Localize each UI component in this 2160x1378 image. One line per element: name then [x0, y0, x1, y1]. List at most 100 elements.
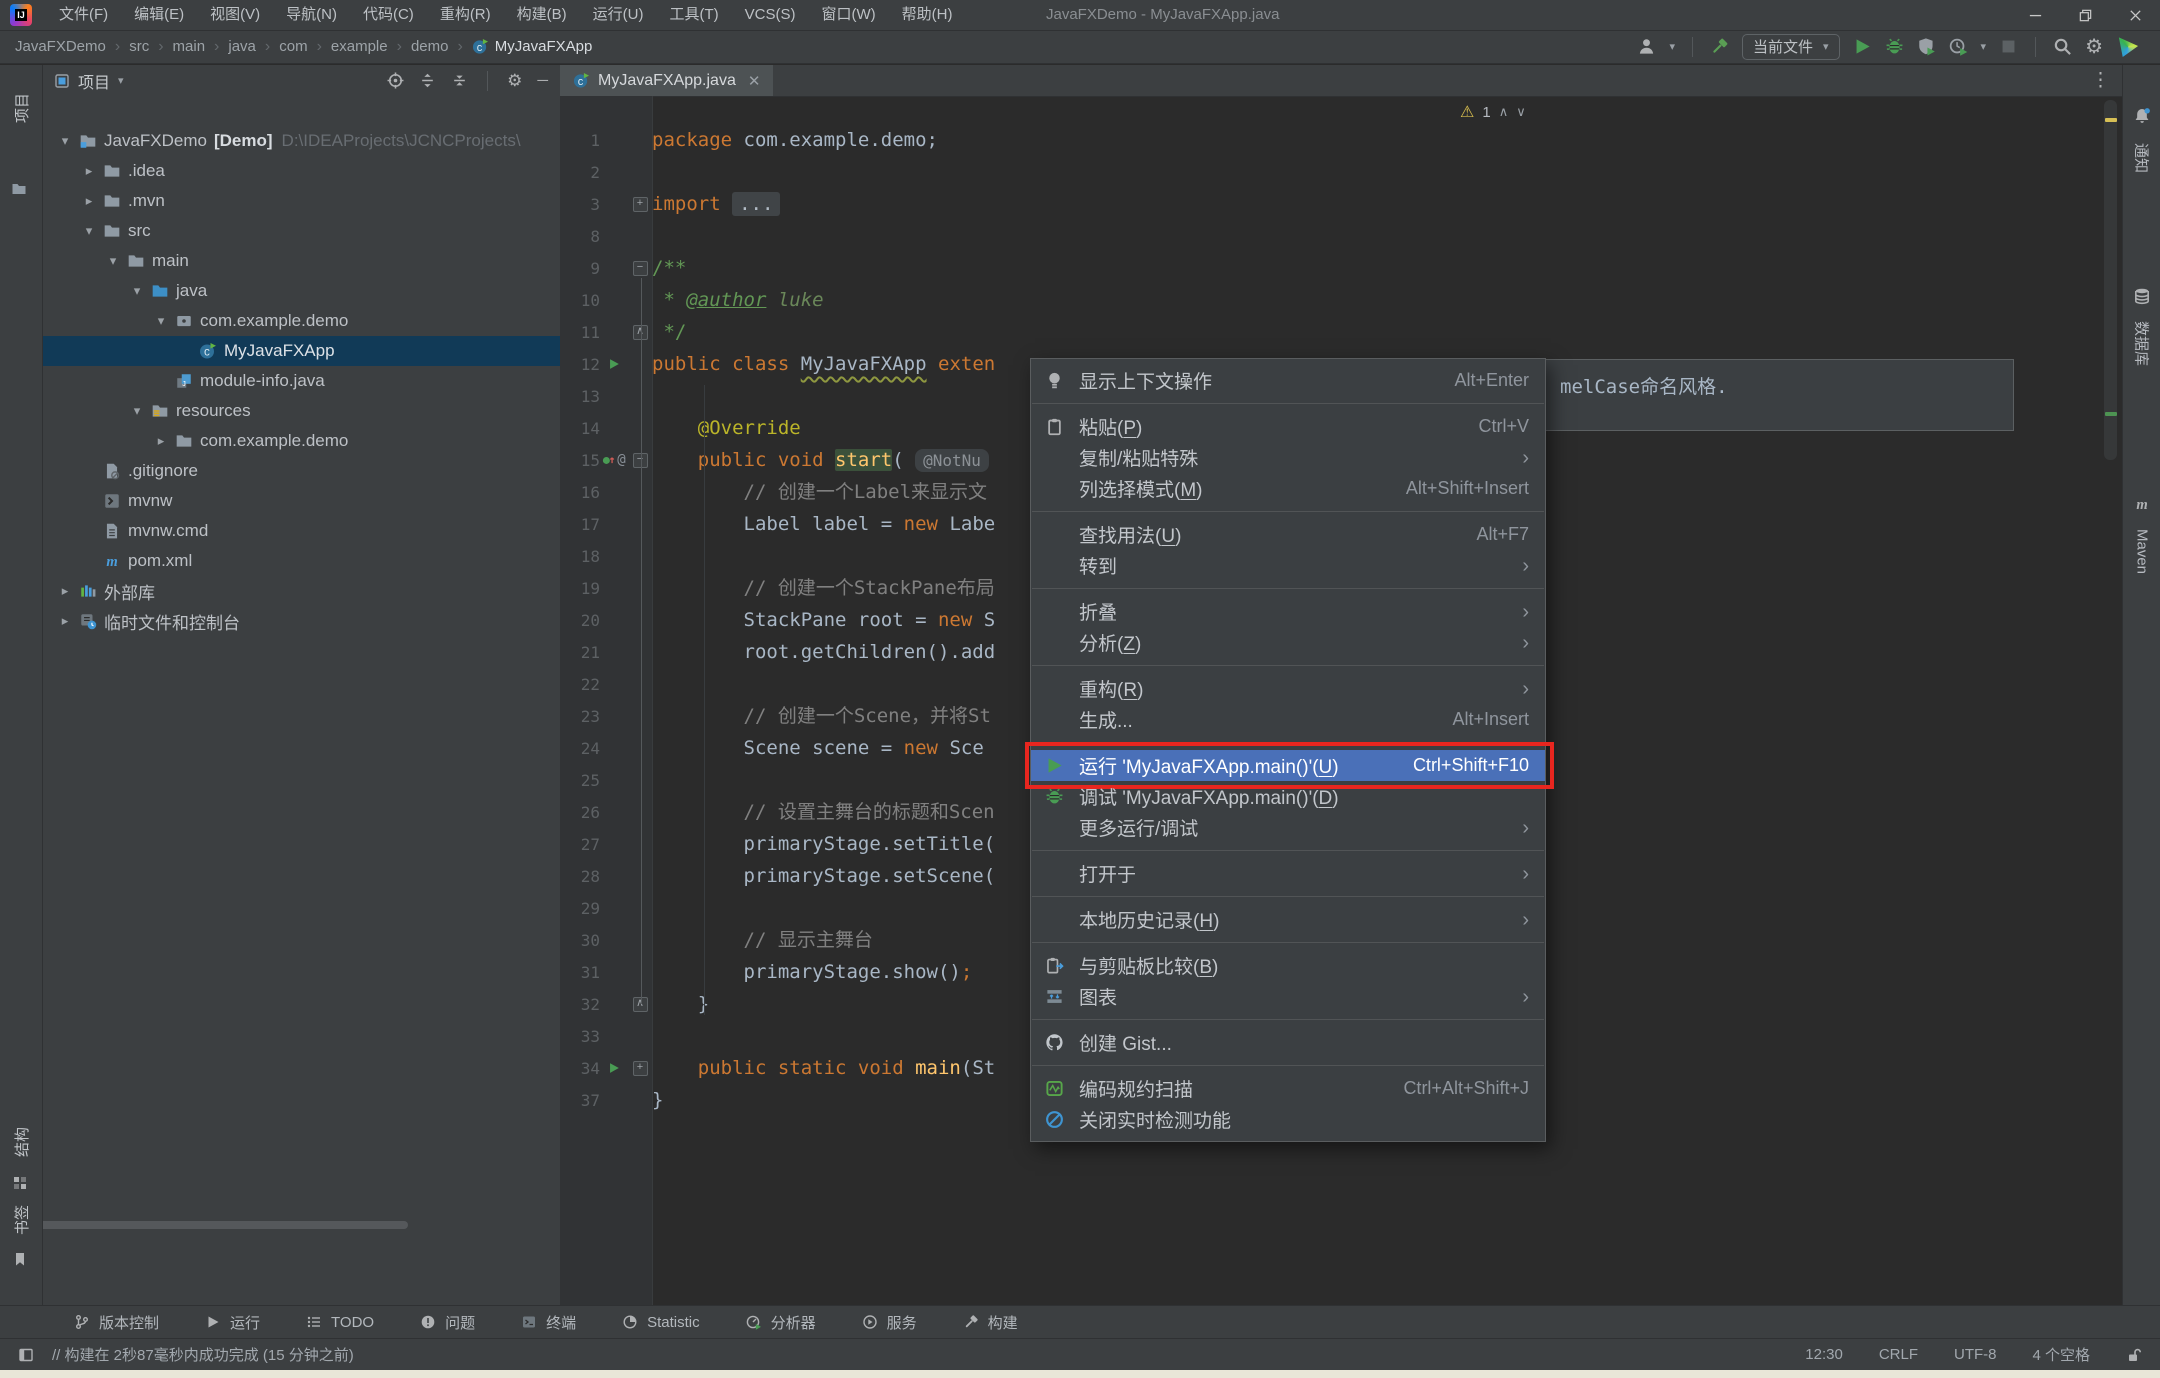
- search-everywhere-icon[interactable]: [2053, 37, 2072, 56]
- status-item[interactable]: CRLF: [1879, 1346, 1918, 1363]
- tool-window-button[interactable]: 运行: [205, 1312, 260, 1333]
- next-warning-icon[interactable]: ∨: [1516, 104, 1526, 120]
- context-menu-item[interactable]: 生成...Alt+Insert: [1031, 704, 1545, 735]
- context-menu-item[interactable]: 打开于›: [1031, 858, 1545, 889]
- editor-options-icon[interactable]: ⋮: [2091, 65, 2122, 96]
- tree-row[interactable]: ▾main: [42, 246, 560, 276]
- context-menu-item[interactable]: 本地历史记录(H)›: [1031, 904, 1545, 935]
- tree-row[interactable]: mpom.xml: [42, 546, 560, 576]
- tree-chevron-icon[interactable]: ▸: [78, 193, 100, 209]
- tree-chevron-icon[interactable]: ▾: [126, 283, 148, 299]
- menubar-item[interactable]: 文件(F): [46, 0, 121, 30]
- warning-stripe-mark[interactable]: [2105, 118, 2117, 122]
- tool-window-button[interactable]: 服务: [862, 1312, 917, 1333]
- breadcrumb-item[interactable]: com: [276, 38, 310, 55]
- code-line[interactable]: 1package com.example.demo;: [560, 124, 2122, 156]
- code-line[interactable]: 3+import ...: [560, 188, 2122, 220]
- run-gutter-icon[interactable]: [607, 357, 621, 371]
- context-menu-item[interactable]: 图表›: [1031, 981, 1545, 1012]
- tree-row[interactable]: Jmodule-info.java: [42, 366, 560, 396]
- fold-marker[interactable]: −: [633, 261, 648, 276]
- breadcrumb-item[interactable]: src: [126, 38, 152, 55]
- hide-panel-icon[interactable]: ─: [537, 72, 548, 89]
- menubar-item[interactable]: 窗口(W): [808, 0, 888, 30]
- profiler-dropdown-icon[interactable]: ▾: [1981, 40, 1987, 53]
- menubar-item[interactable]: VCS(S): [732, 0, 809, 30]
- tree-chevron-icon[interactable]: ▸: [54, 613, 76, 629]
- tree-chevron-icon[interactable]: ▾: [150, 313, 172, 329]
- tree-chevron-icon[interactable]: ▾: [126, 403, 148, 419]
- tree-row[interactable]: ▸com.example.demo: [42, 426, 560, 456]
- structure-tool-button[interactable]: 结构: [0, 1127, 42, 1157]
- maven-tool-button[interactable]: Maven: [2134, 529, 2151, 574]
- context-menu-item[interactable]: 运行 'MyJavaFXApp.main()'(U)Ctrl+Shift+F10: [1031, 750, 1545, 781]
- menubar-item[interactable]: 重构(R): [427, 0, 504, 30]
- tool-window-button[interactable]: 版本控制: [74, 1312, 159, 1333]
- notifications-bell-icon[interactable]: [2133, 107, 2151, 125]
- panel-settings-icon[interactable]: ⚙: [507, 71, 522, 91]
- override-gutter-icon[interactable]: [602, 453, 616, 467]
- breadcrumb-item[interactable]: java: [225, 38, 259, 55]
- minimize-icon[interactable]: [2010, 0, 2060, 30]
- menubar-item[interactable]: 导航(N): [273, 0, 350, 30]
- code-line[interactable]: 2: [560, 156, 2122, 188]
- breadcrumb-item[interactable]: JavaFXDemo: [12, 38, 109, 55]
- context-menu-item[interactable]: 复制/粘贴特殊›: [1031, 442, 1545, 473]
- status-item[interactable]: 4 个空格: [2032, 1344, 2090, 1365]
- fold-marker[interactable]: +: [633, 1061, 648, 1076]
- database-tool-button[interactable]: 数据库: [2132, 321, 2153, 366]
- menubar-item[interactable]: 编辑(E): [121, 0, 197, 30]
- code-line[interactable]: 8: [560, 220, 2122, 252]
- database-icon[interactable]: [2133, 287, 2151, 305]
- fold-marker[interactable]: ∧: [633, 997, 648, 1012]
- notifications-tool-button[interactable]: 通知: [2132, 143, 2153, 173]
- profiler-button[interactable]: [1949, 37, 1968, 56]
- restore-icon[interactable]: [2060, 0, 2110, 30]
- tree-chevron-icon[interactable]: ▸: [150, 433, 172, 449]
- tree-chevron-icon[interactable]: ▾: [78, 223, 100, 239]
- context-menu-item[interactable]: 创建 Gist...: [1031, 1027, 1545, 1058]
- close-icon[interactable]: [2110, 0, 2160, 30]
- breadcrumb-item[interactable]: CMyJavaFXApp: [469, 38, 596, 55]
- project-tool-button[interactable]: 项目: [0, 93, 42, 123]
- tree-row[interactable]: ▸.mvn: [42, 186, 560, 216]
- folder-tool-icon[interactable]: [11, 181, 27, 197]
- menubar-item[interactable]: 构建(B): [504, 0, 580, 30]
- project-view-dropdown-icon[interactable]: ▾: [118, 74, 124, 87]
- run-configuration-select[interactable]: 当前文件▾: [1742, 34, 1840, 60]
- tab-close-icon[interactable]: ✕: [748, 72, 761, 90]
- tree-row[interactable]: ▾java: [42, 276, 560, 306]
- status-message[interactable]: // 构建在 2秒87毫秒内成功完成 (15 分钟之前): [52, 1344, 354, 1365]
- menubar-item[interactable]: 帮助(H): [889, 0, 966, 30]
- tool-window-button[interactable]: Statistic: [622, 1314, 700, 1331]
- project-panel-title[interactable]: 项目: [78, 69, 110, 93]
- collapse-all-icon[interactable]: [451, 72, 468, 89]
- tree-row[interactable]: mvnw.cmd: [42, 516, 560, 546]
- run-stripe-mark[interactable]: [2105, 412, 2117, 416]
- inspections-widget[interactable]: ⚠ 1 ∧ ∨: [1460, 102, 1526, 122]
- code-line[interactable]: 10 * @author luke: [560, 284, 2122, 316]
- tree-chevron-icon[interactable]: ▸: [54, 583, 76, 599]
- code-line[interactable]: 11∧ */: [560, 316, 2122, 348]
- tool-window-button[interactable]: 构建: [963, 1312, 1018, 1333]
- editor-scrollbar[interactable]: [2102, 96, 2120, 1305]
- debug-button[interactable]: [1885, 37, 1904, 56]
- run-gutter-icon[interactable]: [607, 1061, 621, 1075]
- tree-row[interactable]: .gitignore: [42, 456, 560, 486]
- breadcrumb-item[interactable]: demo: [408, 38, 452, 55]
- fold-marker[interactable]: +: [633, 197, 648, 212]
- tree-row[interactable]: ▾resources: [42, 396, 560, 426]
- menubar-item[interactable]: 运行(U): [580, 0, 657, 30]
- tree-row[interactable]: ▾src: [42, 216, 560, 246]
- plugin-logo-icon[interactable]: [2116, 35, 2140, 59]
- locate-file-icon[interactable]: [387, 72, 404, 89]
- context-menu-item[interactable]: 分析(Z)›: [1031, 627, 1545, 658]
- tool-window-button[interactable]: 终端: [521, 1312, 576, 1333]
- context-menu-item[interactable]: 关闭实时检测功能: [1031, 1104, 1545, 1135]
- menubar-item[interactable]: 工具(T): [656, 0, 731, 30]
- context-menu-item[interactable]: 重构(R)›: [1031, 673, 1545, 704]
- status-item[interactable]: 12:30: [1805, 1346, 1843, 1363]
- context-menu-item[interactable]: 调试 'MyJavaFXApp.main()'(D): [1031, 781, 1545, 812]
- settings-gear-icon[interactable]: ⚙: [2085, 37, 2103, 57]
- build-project-button[interactable]: [1710, 37, 1729, 56]
